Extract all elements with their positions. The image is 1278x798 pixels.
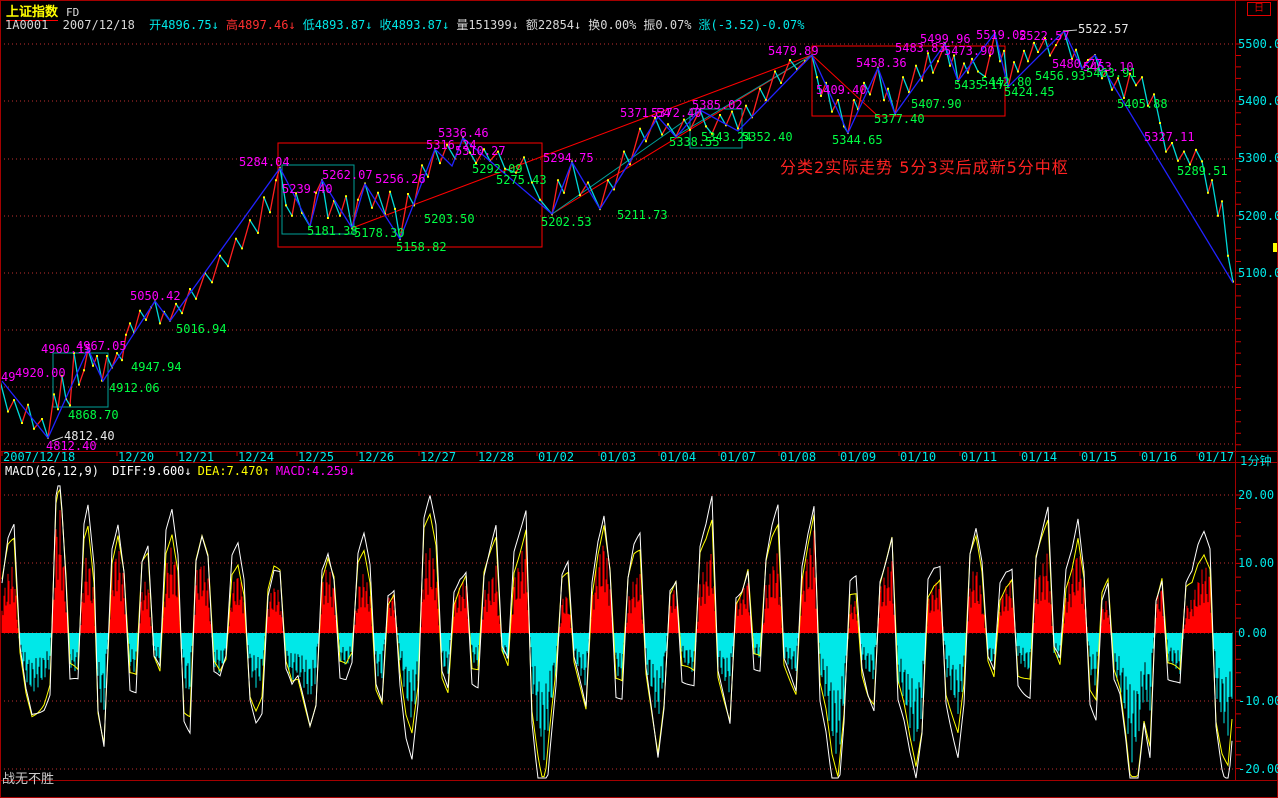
trading-terminal: { "header": { "title": "上证指数", "mode": "… — [0, 0, 1278, 798]
macd-field-diff: DIFF:9.600↓ — [112, 464, 191, 478]
quote-field-量: 量151399↓ — [456, 18, 519, 32]
quote-field-涨: 涨(-3.52)-0.07% — [699, 18, 805, 32]
quote-field-高: 高4897.46↓ — [226, 18, 296, 32]
quote-field-低: 低4893.87↓ — [303, 18, 373, 32]
price-chart-surface[interactable] — [0, 0, 1278, 798]
quote-field-换: 换0.00% — [588, 18, 636, 32]
macd-field-macd: MACD:4.259↓ — [276, 464, 355, 478]
macd-field-dea: DEA:7.470↑ — [198, 464, 270, 478]
stock-code: 1A0001 — [5, 18, 48, 32]
macd-fields: DIFF:9.600↓ DEA:7.470↑ MACD:4.259↓ — [112, 464, 361, 478]
quote-row: 1A0001 2007/12/18 开4896.75↓ 高4897.46↓ 低489… — [5, 16, 818, 33]
quote-field-开: 开4896.75↓ — [149, 18, 219, 32]
macd-name: MACD(26,12,9) — [5, 464, 99, 478]
day-period-button[interactable]: 日 — [1247, 2, 1271, 16]
quote-date: 2007/12/18 — [63, 18, 135, 32]
quote-fields: 开4896.75↓ 高4897.46↓ 低4893.87↓ 收4893.87↓ 量151… — [149, 18, 811, 32]
period-1min-label[interactable]: 1分钟 — [1240, 452, 1272, 469]
watermark-text: 战无不胜 — [2, 768, 54, 787]
macd-indicator-row: MACD(26,12,9) DIFF:9.600↓ DEA:7.470↑ MACD:… — [5, 464, 367, 478]
quote-field-收: 收4893.87↓ — [380, 18, 450, 32]
quote-field-振: 振0.07% — [643, 18, 691, 32]
chan-annotation-text: 分类2实际走势 5分3买后成新5分中枢 — [780, 154, 1069, 178]
quote-field-额: 额22854↓ — [526, 18, 581, 32]
